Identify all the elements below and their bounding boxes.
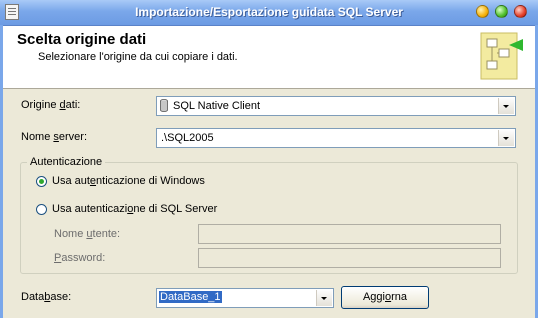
chevron-down-icon[interactable] (498, 98, 514, 114)
minimize-button[interactable] (476, 5, 489, 18)
chevron-down-icon[interactable] (498, 130, 514, 146)
username-label: Nome utente: (54, 228, 121, 240)
windows-auth-label[interactable]: Usa autenticazione di Windows (52, 175, 205, 187)
source-select[interactable]: SQL Native Client (156, 96, 516, 116)
refresh-button[interactable]: Aggiorna (341, 286, 429, 309)
username-field[interactable] (198, 224, 501, 244)
page-title: Scelta origine dati (17, 31, 147, 48)
database-select[interactable]: DataBase_1 (156, 288, 334, 308)
server-label: Nome server: (21, 131, 88, 143)
password-label: Password: (54, 252, 106, 264)
source-select-value: SQL Native Client (173, 100, 261, 112)
wizard-header: Scelta origine dati Selezionare l'origin… (3, 26, 535, 89)
server-value: .\SQL2005 (161, 132, 214, 144)
password-field[interactable] (198, 248, 501, 268)
sql-auth-label[interactable]: Usa autenticazione di SQL Server (52, 203, 217, 215)
page-subtitle: Selezionare l'origine da cui copiare i d… (38, 51, 238, 63)
database-value: DataBase_1 (159, 291, 222, 303)
windows-auth-radio[interactable] (36, 176, 47, 187)
database-icon (160, 99, 168, 112)
close-button[interactable] (514, 5, 527, 18)
maximize-button[interactable] (495, 5, 508, 18)
server-combo[interactable]: .\SQL2005 (156, 128, 516, 148)
source-label: Origine dati: (21, 99, 81, 111)
database-label: Database: (21, 291, 72, 303)
title-bar[interactable]: Importazione/Esportazione guidata SQL Se… (0, 0, 538, 26)
window-title: Importazione/Esportazione guidata SQL Se… (135, 5, 403, 19)
authentication-legend: Autenticazione (27, 156, 106, 168)
wizard-source-icon (480, 32, 523, 80)
chevron-down-icon[interactable] (316, 290, 332, 306)
sql-auth-radio[interactable] (36, 204, 47, 215)
